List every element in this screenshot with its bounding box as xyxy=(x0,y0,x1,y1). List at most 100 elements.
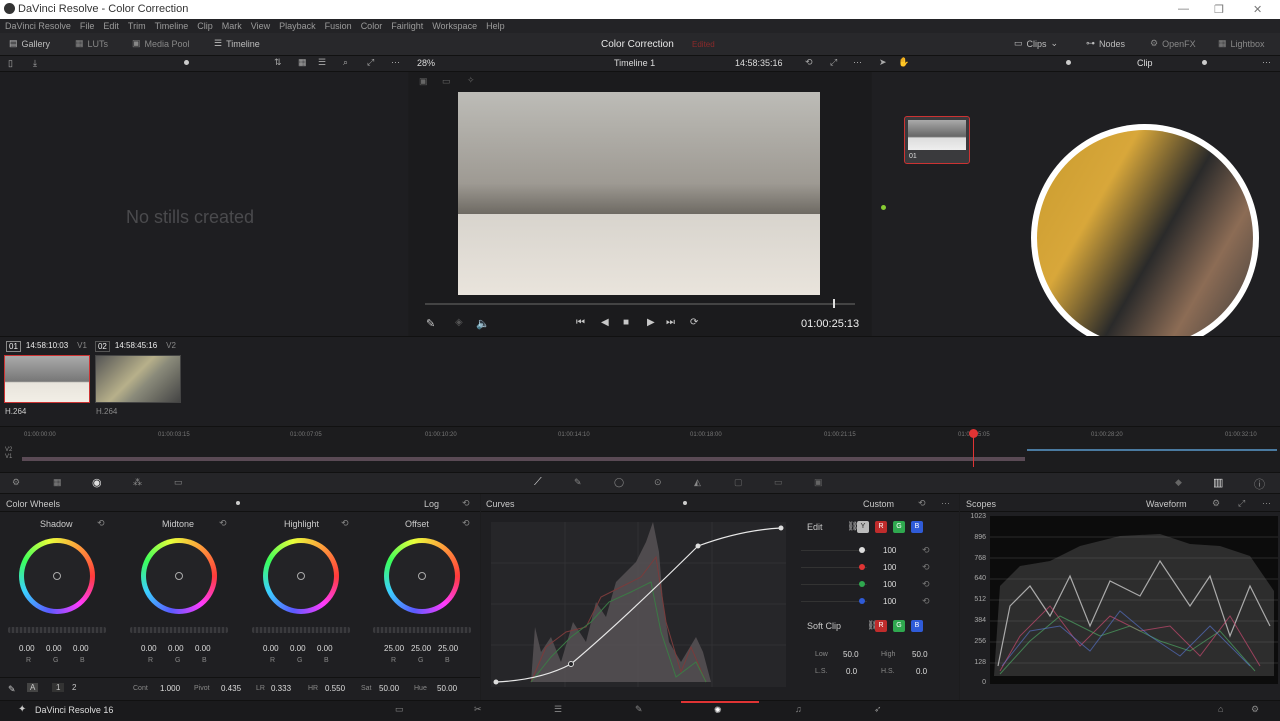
sidebar-toggle-icon[interactable]: ▯ xyxy=(8,58,13,69)
scope-type-selector[interactable]: Waveform xyxy=(1146,499,1187,509)
soft-clip-ls[interactable]: 0.0 xyxy=(846,667,857,676)
grid-view-icon[interactable]: ▦ xyxy=(298,57,307,68)
curve-point-white[interactable] xyxy=(778,525,784,531)
menu-item[interactable]: Timeline xyxy=(150,19,193,33)
curves-options-icon[interactable]: ⋯ xyxy=(941,498,950,509)
curve-point-low[interactable] xyxy=(568,661,574,667)
soft-clip-g-button[interactable]: G xyxy=(893,620,905,632)
menu-item[interactable]: Mark xyxy=(217,19,246,33)
media-page-icon[interactable]: ▭ xyxy=(395,704,404,715)
fullscreen-icon[interactable]: ⤢ xyxy=(830,57,837,68)
scope-expand-icon[interactable]: ⤢ xyxy=(1238,498,1245,509)
color-wheel[interactable] xyxy=(384,538,460,614)
picker-icon[interactable]: ✎ xyxy=(8,684,16,695)
node-zoom-handle[interactable] xyxy=(1066,60,1071,65)
intensity-reset-icon[interactable]: ⟲ xyxy=(922,596,930,607)
master-wheel[interactable] xyxy=(130,627,228,633)
deliver-page-icon[interactable]: ➶ xyxy=(874,704,882,715)
node-options-icon[interactable]: ⋯ xyxy=(1262,57,1271,68)
menu-item[interactable]: Clip xyxy=(192,19,217,33)
magic-mask-icon[interactable]: ◭ xyxy=(694,477,701,488)
curves-mode-selector[interactable]: Custom xyxy=(863,499,894,509)
sort-icon[interactable]: ⇅ xyxy=(274,57,282,68)
menu-item[interactable]: Help xyxy=(481,19,509,33)
key-icon[interactable]: ▭ xyxy=(774,477,783,488)
menu-item[interactable]: Trim xyxy=(123,19,150,33)
list-view-icon[interactable]: ☰ xyxy=(318,57,326,68)
intensity-slider[interactable] xyxy=(801,601,867,602)
node-input-dot[interactable] xyxy=(881,205,886,210)
playhead-handle[interactable] xyxy=(969,429,978,438)
scope-options-icon[interactable]: ⋯ xyxy=(1262,498,1271,509)
zoom-level[interactable]: 28% xyxy=(417,58,435,68)
timeline-button[interactable]: ☰ Timeline xyxy=(214,38,260,49)
skip-forward-icon[interactable]: ⏭ xyxy=(666,317,675,328)
sizing-icon[interactable]: ▣ xyxy=(814,477,823,488)
wipe-icon[interactable]: ▭ xyxy=(442,76,451,87)
intensity-value[interactable]: 100 xyxy=(883,597,896,606)
menu-item[interactable]: Color xyxy=(356,19,387,33)
wheel-b-value[interactable]: 0.00 xyxy=(317,644,333,653)
wheel-r-value[interactable]: 0.00 xyxy=(263,644,279,653)
curve-point-black[interactable] xyxy=(493,679,499,685)
wheel-crosshair[interactable] xyxy=(53,572,61,580)
wheel-b-value[interactable]: 0.00 xyxy=(73,644,89,653)
master-wheel[interactable] xyxy=(373,627,471,633)
motion-effects-icon[interactable]: ▭ xyxy=(174,477,183,488)
menu-item[interactable]: Fairlight xyxy=(386,19,427,33)
soft-clip-b-button[interactable]: B xyxy=(911,620,923,632)
channel-b-button[interactable]: B xyxy=(911,521,923,533)
camera-raw-icon[interactable]: ⚙ xyxy=(12,477,20,488)
intensity-value[interactable]: 100 xyxy=(883,563,896,572)
timeline-ruler[interactable]: 01:00:00:00 01:00:03:15 01:00:07:05 01:00:1… xyxy=(0,431,1280,443)
wheel-r-value[interactable]: 25.00 xyxy=(384,644,404,653)
intensity-slider[interactable] xyxy=(801,550,867,551)
loop-playback-icon[interactable]: ⟳ xyxy=(690,317,698,328)
wheel-crosshair[interactable] xyxy=(175,572,183,580)
menu-item[interactable]: File xyxy=(75,19,99,33)
curves-reset-icon[interactable]: ⟲ xyxy=(918,498,926,509)
menu-item[interactable]: Playback xyxy=(274,19,320,33)
node-01[interactable]: 01 xyxy=(904,116,970,164)
saturation-value[interactable]: 50.00 xyxy=(379,684,399,693)
node-slider-handle[interactable] xyxy=(1202,60,1207,65)
soft-clip-high[interactable]: 50.0 xyxy=(912,650,928,659)
reset-all-icon[interactable]: ⟲ xyxy=(462,498,470,509)
wheel-g-value[interactable]: 25.00 xyxy=(411,644,431,653)
layers-icon[interactable]: ◈ xyxy=(455,317,463,328)
menu-item[interactable]: Edit xyxy=(98,19,123,33)
soft-clip-r-button[interactable]: R xyxy=(875,620,887,632)
menu-item[interactable]: Workspace xyxy=(427,19,481,33)
more-icon[interactable]: ⋯ xyxy=(391,57,400,68)
hue-value[interactable]: 50.00 xyxy=(437,684,457,693)
home-icon[interactable]: ⌂ xyxy=(1218,704,1223,714)
loop-icon[interactable]: ⟲ xyxy=(805,57,813,68)
blur-icon[interactable]: ▢ xyxy=(734,477,743,488)
media-pool-button[interactable]: ▣ Media Pool xyxy=(132,38,190,49)
intensity-value[interactable]: 100 xyxy=(883,580,896,589)
zoom-slider-handle[interactable] xyxy=(184,60,189,65)
split-view-icon[interactable]: ▣ xyxy=(419,76,428,87)
channel-y-button[interactable]: Y xyxy=(857,521,869,533)
menu-item[interactable]: Fusion xyxy=(320,19,356,33)
clip-thumbnail-2[interactable] xyxy=(95,355,181,403)
scrubber-track[interactable] xyxy=(425,303,855,305)
master-wheel[interactable] xyxy=(252,627,350,633)
wheel-g-value[interactable]: 0.00 xyxy=(168,644,184,653)
menu-item[interactable]: DaVinci Resolve xyxy=(0,19,75,33)
soft-clip-hs[interactable]: 0.0 xyxy=(916,667,927,676)
wheel-mode-selector[interactable]: Log xyxy=(424,499,439,509)
luts-button[interactable]: ▦ LUTs xyxy=(75,38,108,49)
wheel-g-value[interactable]: 0.00 xyxy=(46,644,62,653)
timeline-selector[interactable]: Timeline 1 xyxy=(614,58,655,68)
qualifier-icon[interactable]: ✎ xyxy=(574,477,582,488)
tracker-icon[interactable]: ⊙ xyxy=(654,477,662,488)
channel-r-button[interactable]: R xyxy=(875,521,887,533)
curves-graph[interactable] xyxy=(491,522,786,687)
pivot-value[interactable]: 0.435 xyxy=(221,684,241,693)
scopes-icon[interactable]: ▥ xyxy=(1213,476,1223,489)
nodes-button[interactable]: ⊶ Nodes xyxy=(1086,38,1125,49)
color-wheel[interactable] xyxy=(141,538,217,614)
gallery-button[interactable]: ▤ Gallery xyxy=(9,38,50,49)
wheel-g-value[interactable]: 0.00 xyxy=(290,644,306,653)
